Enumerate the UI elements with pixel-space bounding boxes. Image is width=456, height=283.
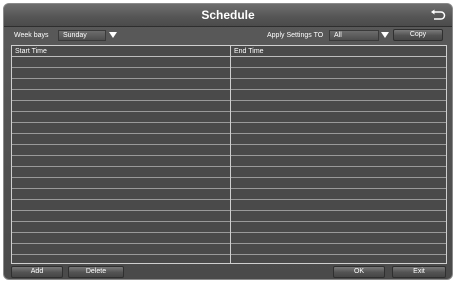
end-time-cell[interactable] <box>234 112 444 122</box>
end-time-cell[interactable] <box>234 156 444 166</box>
apply-to-dropdown-icon[interactable] <box>381 32 389 38</box>
table-row[interactable] <box>12 112 446 123</box>
column-divider <box>230 46 231 263</box>
start-time-cell[interactable] <box>15 79 227 89</box>
apply-to-select[interactable]: All <box>329 30 379 41</box>
table-row[interactable] <box>12 178 446 189</box>
start-time-cell[interactable] <box>15 189 227 199</box>
table-row[interactable] <box>12 145 446 156</box>
start-time-cell[interactable] <box>15 123 227 133</box>
end-time-cell[interactable] <box>234 101 444 111</box>
table-row[interactable] <box>12 222 446 233</box>
column-header-start-time: Start Time <box>15 48 47 55</box>
start-time-cell[interactable] <box>15 167 227 177</box>
end-time-cell[interactable] <box>234 178 444 188</box>
end-time-cell[interactable] <box>234 134 444 144</box>
table-row[interactable] <box>12 200 446 211</box>
table-row[interactable] <box>12 134 446 145</box>
start-time-cell[interactable] <box>15 211 227 221</box>
end-time-cell[interactable] <box>234 57 444 67</box>
title-bar: Schedule <box>4 4 452 27</box>
end-time-cell[interactable] <box>234 167 444 177</box>
end-time-cell[interactable] <box>234 145 444 155</box>
start-time-cell[interactable] <box>15 90 227 100</box>
start-time-cell[interactable] <box>15 244 227 254</box>
schedule-dialog: Schedule Week bays Sunday Apply Settings… <box>3 3 453 280</box>
table-header: Start Time End Time <box>12 46 446 57</box>
weekday-dropdown-icon[interactable] <box>109 32 117 38</box>
start-time-cell[interactable] <box>15 112 227 122</box>
end-time-cell[interactable] <box>234 68 444 78</box>
end-time-cell[interactable] <box>234 200 444 210</box>
weekdays-label: Week bays <box>14 32 49 39</box>
start-time-cell[interactable] <box>15 134 227 144</box>
table-row[interactable] <box>12 123 446 134</box>
end-time-cell[interactable] <box>234 211 444 221</box>
table-row[interactable] <box>12 90 446 101</box>
end-time-cell[interactable] <box>234 233 444 243</box>
back-arrow-icon <box>431 9 446 20</box>
delete-button[interactable]: Delete <box>68 266 124 278</box>
end-time-cell[interactable] <box>234 189 444 199</box>
table-row[interactable] <box>12 189 446 200</box>
start-time-cell[interactable] <box>15 156 227 166</box>
exit-button[interactable]: Exit <box>392 266 446 278</box>
table-row[interactable] <box>12 79 446 90</box>
table-row[interactable] <box>12 101 446 112</box>
start-time-cell[interactable] <box>15 101 227 111</box>
ok-button[interactable]: OK <box>333 266 385 278</box>
weekday-select[interactable]: Sunday <box>58 30 106 41</box>
end-time-cell[interactable] <box>234 222 444 232</box>
end-time-cell[interactable] <box>234 123 444 133</box>
back-button[interactable] <box>430 8 446 22</box>
table-row[interactable] <box>12 156 446 167</box>
table-row[interactable] <box>12 244 446 255</box>
end-time-cell[interactable] <box>234 79 444 89</box>
start-time-cell[interactable] <box>15 178 227 188</box>
copy-button[interactable]: Copy <box>393 29 443 41</box>
apply-settings-label: Apply Settings TO <box>267 32 324 39</box>
add-button[interactable]: Add <box>11 266 63 278</box>
table-row[interactable] <box>12 211 446 222</box>
end-time-cell[interactable] <box>234 244 444 254</box>
end-time-cell[interactable] <box>234 90 444 100</box>
table-body <box>12 57 446 255</box>
schedule-table: Start Time End Time <box>11 45 447 264</box>
column-header-end-time: End Time <box>234 48 264 55</box>
table-row[interactable] <box>12 57 446 68</box>
dialog-title: Schedule <box>201 8 255 22</box>
start-time-cell[interactable] <box>15 145 227 155</box>
start-time-cell[interactable] <box>15 233 227 243</box>
start-time-cell[interactable] <box>15 222 227 232</box>
start-time-cell[interactable] <box>15 200 227 210</box>
start-time-cell[interactable] <box>15 57 227 67</box>
table-row[interactable] <box>12 233 446 244</box>
table-row[interactable] <box>12 68 446 79</box>
table-row[interactable] <box>12 167 446 178</box>
start-time-cell[interactable] <box>15 68 227 78</box>
